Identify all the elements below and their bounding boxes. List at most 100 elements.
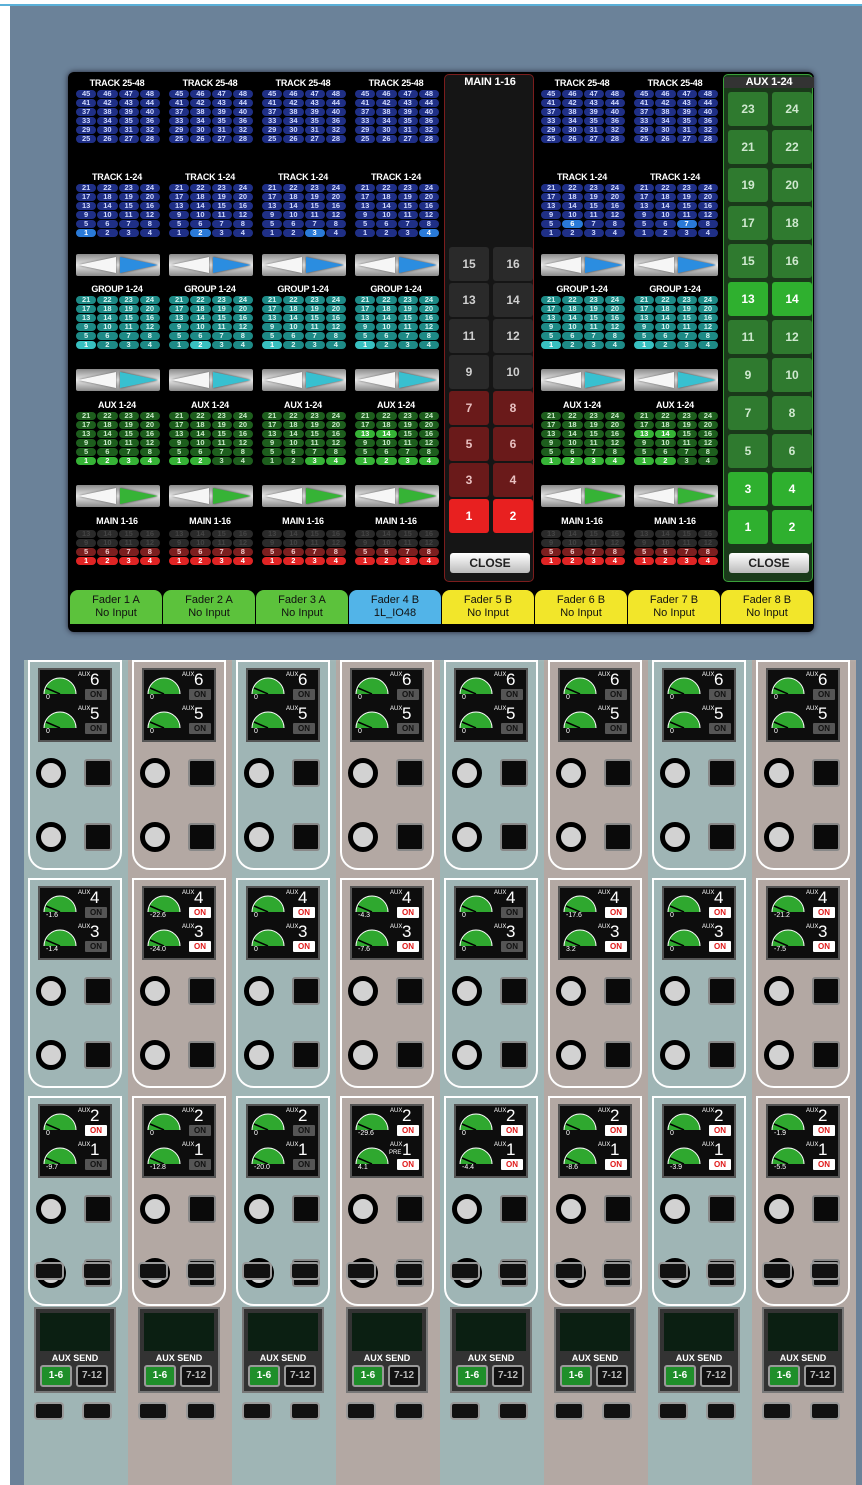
send-bank-1-6-button[interactable]: 1-6 bbox=[352, 1365, 384, 1387]
group-cell[interactable]: 19 bbox=[676, 305, 697, 313]
aux-bus-button[interactable]: 3 bbox=[728, 472, 768, 506]
rotary-knob[interactable] bbox=[36, 1040, 66, 1070]
page-down-right-icon[interactable] bbox=[706, 1262, 736, 1280]
group-cell[interactable]: 22 bbox=[376, 296, 397, 304]
aux-cell[interactable]: 24 bbox=[139, 412, 160, 420]
main-cell[interactable]: 8 bbox=[418, 548, 439, 556]
main-cell[interactable]: 2 bbox=[562, 557, 583, 565]
track-hi-cell[interactable]: 40 bbox=[139, 108, 160, 116]
aux-cell[interactable]: 18 bbox=[655, 421, 676, 429]
aux-cell[interactable]: 6 bbox=[562, 448, 583, 456]
aux-cell[interactable]: 5 bbox=[541, 448, 562, 456]
group-cell[interactable]: 24 bbox=[325, 296, 346, 304]
fader-label[interactable]: Fader 1 A No Input bbox=[70, 590, 162, 624]
track-lo-cell[interactable]: 1 bbox=[541, 229, 562, 237]
aux-cell[interactable]: 16 bbox=[697, 430, 718, 438]
fader-label[interactable]: Fader 4 B 1L_IO48 bbox=[349, 590, 441, 624]
left-arrow-icon[interactable] bbox=[264, 257, 302, 273]
aux-cell[interactable]: 17 bbox=[355, 421, 376, 429]
aux-on-toggle[interactable]: ON bbox=[293, 1125, 315, 1136]
level-gauge-icon[interactable] bbox=[458, 892, 494, 912]
track-hi-cell[interactable]: 34 bbox=[562, 117, 583, 125]
main-cell[interactable]: 14 bbox=[376, 530, 397, 538]
track-lo-cell[interactable]: 14 bbox=[376, 202, 397, 210]
track-lo-cell[interactable]: 8 bbox=[325, 220, 346, 228]
send-bank-7-12-button[interactable]: 7-12 bbox=[804, 1365, 836, 1387]
track-hi-cell[interactable]: 32 bbox=[325, 126, 346, 134]
select-button[interactable] bbox=[500, 759, 528, 787]
group-cell[interactable]: 2 bbox=[562, 341, 583, 349]
group-cell[interactable]: 23 bbox=[397, 296, 418, 304]
group-cell[interactable]: 12 bbox=[325, 323, 346, 331]
track-lo-cell[interactable]: 10 bbox=[190, 211, 211, 219]
group-cell[interactable]: 2 bbox=[655, 341, 676, 349]
page-up-left-icon[interactable] bbox=[554, 1402, 584, 1420]
main-bus-button[interactable]: 13 bbox=[449, 283, 489, 317]
select-button[interactable] bbox=[604, 1041, 632, 1069]
rotary-knob[interactable] bbox=[764, 976, 794, 1006]
rotary-knob[interactable] bbox=[348, 822, 378, 852]
group-cell[interactable]: 6 bbox=[190, 332, 211, 340]
track-hi-cell[interactable]: 28 bbox=[418, 135, 439, 143]
group-cell[interactable]: 1 bbox=[169, 341, 190, 349]
aux-on-toggle[interactable]: ON bbox=[501, 723, 523, 734]
aux-cell[interactable]: 22 bbox=[190, 412, 211, 420]
aux-cell[interactable]: 21 bbox=[76, 412, 97, 420]
aux-cell[interactable]: 3 bbox=[118, 457, 139, 465]
aux-on-toggle[interactable]: ON bbox=[85, 1125, 107, 1136]
aux-cell[interactable]: 11 bbox=[583, 439, 604, 447]
select-button[interactable] bbox=[292, 823, 320, 851]
track-lo-cell[interactable]: 14 bbox=[190, 202, 211, 210]
group-cell[interactable]: 6 bbox=[655, 332, 676, 340]
track-lo-cell[interactable]: 17 bbox=[541, 193, 562, 201]
aux-cell[interactable]: 13 bbox=[541, 430, 562, 438]
track-lo-cell[interactable]: 23 bbox=[304, 184, 325, 192]
track-arrows[interactable] bbox=[169, 254, 253, 276]
aux-cell[interactable]: 8 bbox=[697, 448, 718, 456]
select-button[interactable] bbox=[708, 1041, 736, 1069]
track-lo-cell[interactable]: 5 bbox=[76, 220, 97, 228]
track-lo-cell[interactable]: 24 bbox=[418, 184, 439, 192]
track-lo-cell[interactable]: 23 bbox=[583, 184, 604, 192]
aux-cell[interactable]: 7 bbox=[676, 448, 697, 456]
aux-cell[interactable]: 2 bbox=[190, 457, 211, 465]
right-arrow-icon[interactable] bbox=[120, 488, 158, 504]
aux-cell[interactable]: 2 bbox=[655, 457, 676, 465]
track-hi-cell[interactable]: 48 bbox=[139, 90, 160, 98]
rotary-knob[interactable] bbox=[764, 758, 794, 788]
aux-bus-button[interactable]: 24 bbox=[772, 92, 812, 126]
main-cell[interactable]: 15 bbox=[118, 530, 139, 538]
track-hi-cell[interactable]: 44 bbox=[232, 99, 253, 107]
aux-cell[interactable]: 13 bbox=[76, 430, 97, 438]
track-hi-cell[interactable]: 25 bbox=[169, 135, 190, 143]
aux-cell[interactable]: 24 bbox=[325, 412, 346, 420]
group-cell[interactable]: 4 bbox=[232, 341, 253, 349]
track-lo-cell[interactable]: 6 bbox=[562, 220, 583, 228]
level-gauge-icon[interactable] bbox=[666, 708, 702, 728]
main-bus-button[interactable]: 11 bbox=[449, 319, 489, 353]
aux-cell[interactable]: 6 bbox=[97, 448, 118, 456]
group-cell[interactable]: 12 bbox=[139, 323, 160, 331]
track-lo-cell[interactable]: 5 bbox=[634, 220, 655, 228]
track-hi-cell[interactable]: 40 bbox=[325, 108, 346, 116]
group-cell[interactable]: 11 bbox=[211, 323, 232, 331]
track-hi-cell[interactable]: 25 bbox=[76, 135, 97, 143]
group-cell[interactable]: 24 bbox=[139, 296, 160, 304]
main-cell[interactable]: 12 bbox=[139, 539, 160, 547]
main-cell[interactable]: 1 bbox=[634, 557, 655, 565]
track-hi-cell[interactable]: 40 bbox=[232, 108, 253, 116]
track-lo-cell[interactable]: 9 bbox=[634, 211, 655, 219]
group-cell[interactable]: 11 bbox=[397, 323, 418, 331]
group-cell[interactable]: 13 bbox=[76, 314, 97, 322]
right-arrow-icon[interactable] bbox=[585, 257, 623, 273]
aux-cell[interactable]: 24 bbox=[604, 412, 625, 420]
aux-cell[interactable]: 14 bbox=[655, 430, 676, 438]
track-hi-cell[interactable]: 44 bbox=[418, 99, 439, 107]
level-gauge-icon[interactable] bbox=[458, 1144, 494, 1164]
aux-cell[interactable]: 3 bbox=[583, 457, 604, 465]
group-cell[interactable]: 11 bbox=[118, 323, 139, 331]
aux-on-toggle[interactable]: ON bbox=[501, 1159, 523, 1170]
aux-on-toggle[interactable]: ON bbox=[709, 1125, 731, 1136]
aux-cell[interactable]: 7 bbox=[211, 448, 232, 456]
track-hi-cell[interactable]: 35 bbox=[304, 117, 325, 125]
